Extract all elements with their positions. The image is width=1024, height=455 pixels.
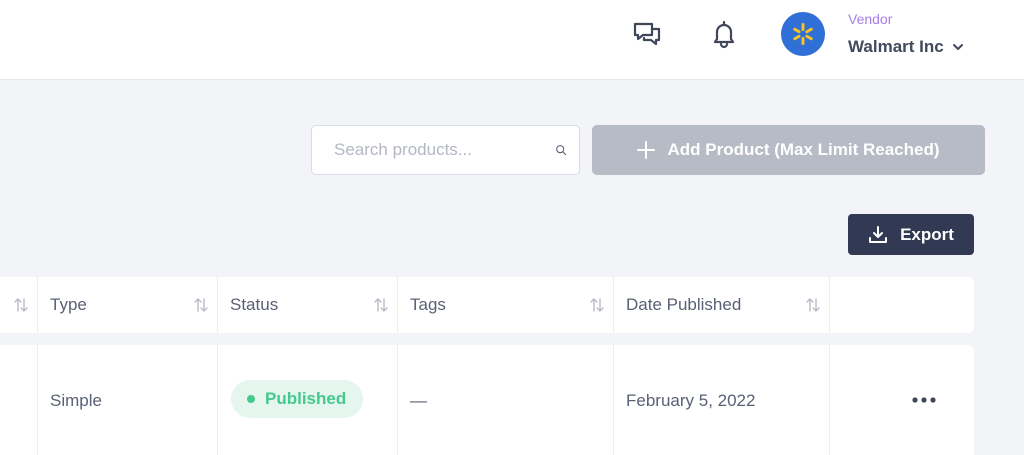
cell-date-published: February 5, 2022 <box>626 391 756 410</box>
add-product-button[interactable]: Add Product (Max Limit Reached) <box>592 125 985 175</box>
export-label: Export <box>900 224 954 244</box>
column-header-previous[interactable] <box>0 277 37 333</box>
table-cell-type: Simple <box>37 345 217 455</box>
cell-type: Simple <box>50 391 102 410</box>
vendor-role-label: Vendor <box>848 11 893 27</box>
walmart-spark-icon <box>793 23 813 45</box>
more-options-icon[interactable] <box>910 383 938 417</box>
search-input[interactable] <box>334 140 555 160</box>
chat-icon[interactable] <box>631 18 663 50</box>
column-header-label: Tags <box>410 295 446 314</box>
status-badge: Published <box>231 380 364 418</box>
table-cell-status: Published <box>217 345 397 455</box>
sort-icon[interactable] <box>12 296 30 314</box>
column-header-type[interactable]: Type <box>37 277 217 333</box>
download-icon <box>869 225 888 243</box>
column-header-label: Date Published <box>626 295 742 314</box>
vendor-switcher[interactable]: Walmart Inc <box>848 37 964 57</box>
export-button[interactable]: Export <box>848 214 974 255</box>
vendor-name: Walmart Inc <box>848 37 944 56</box>
cell-tags: — <box>410 391 427 410</box>
sort-icon[interactable] <box>588 296 606 314</box>
column-header-tags[interactable]: Tags <box>397 277 613 333</box>
avatar[interactable] <box>781 12 825 56</box>
column-header-status[interactable]: Status <box>217 277 397 333</box>
bell-icon[interactable] <box>708 18 740 50</box>
column-header-label: Status <box>230 295 279 314</box>
table-cell-tags: — <box>397 345 613 455</box>
table-cell <box>0 345 37 455</box>
column-header-actions <box>829 277 974 333</box>
search-icon[interactable] <box>555 139 567 161</box>
column-header-date-published[interactable]: Date Published <box>613 277 829 333</box>
add-product-label: Add Product (Max Limit Reached) <box>667 140 940 159</box>
chevron-down-icon <box>952 44 963 50</box>
sort-icon[interactable] <box>192 296 210 314</box>
table-cell-date: February 5, 2022 <box>613 345 829 455</box>
column-header-label: Type <box>50 295 87 314</box>
search-box[interactable] <box>311 125 580 175</box>
table-header: Type Status Tags Date Published <box>0 277 974 333</box>
sort-icon[interactable] <box>372 296 390 314</box>
status-dot-icon <box>247 395 255 403</box>
plus-icon <box>637 141 656 159</box>
table-row[interactable]: Simple Published — February 5, 2022 <box>0 345 974 455</box>
top-bar: Vendor Walmart Inc <box>0 0 1024 80</box>
sort-icon[interactable] <box>804 296 822 314</box>
table-cell-actions <box>829 345 974 455</box>
status-label: Published <box>265 389 347 408</box>
